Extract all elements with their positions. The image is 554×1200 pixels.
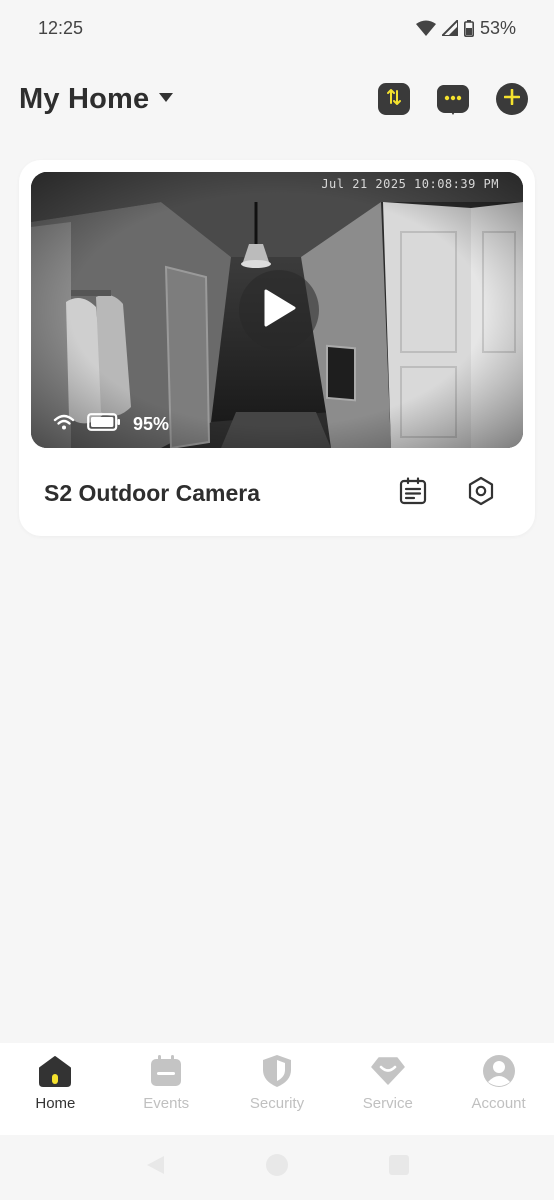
events-icon [148,1053,184,1089]
add-icon [503,88,521,110]
add-button[interactable] [496,83,528,115]
device-settings-button[interactable] [467,476,495,511]
header-actions [378,83,528,115]
bottom-navigation: Home Events Security Service Account [0,1043,554,1135]
nav-label-home: Home [35,1095,76,1112]
cellular-signal-icon [441,20,458,36]
camera-preview[interactable]: Jul 21 2025 10:08:39 PM 95% [31,172,523,448]
event-log-button[interactable] [399,476,427,510]
status-icons: 53% [415,17,516,39]
nav-item-service[interactable]: Service [333,1053,443,1112]
switch-icon [385,88,403,111]
back-icon [147,1156,165,1174]
device-name: S2 Outdoor Camera [44,479,260,506]
camera-battery-icon [87,413,121,436]
settings-icon [467,476,495,511]
status-bar: 12:25 53% [0,0,554,56]
nav-label-events: Events [143,1095,190,1112]
service-icon [370,1053,406,1089]
play-button[interactable] [239,270,319,350]
messages-button[interactable] [437,85,469,115]
nav-label-security: Security [249,1095,305,1112]
recents-button[interactable] [388,1154,410,1181]
video-timestamp: Jul 21 2025 10:08:39 PM [321,177,499,191]
system-navigation-bar [0,1135,554,1200]
camera-card-footer: S2 Outdoor Camera [19,460,535,526]
battery-status-icon [463,19,474,37]
nav-item-home[interactable]: Home [0,1053,110,1112]
home-selector[interactable]: My Home [19,82,174,116]
wifi-signal-icon [53,414,75,435]
recents-icon [388,1155,409,1175]
event-log-icon [399,476,427,510]
home-system-button[interactable] [265,1153,289,1182]
play-icon [262,289,296,332]
camera-battery-level: 95% [133,414,170,434]
shield-icon [259,1053,295,1089]
nav-item-account[interactable]: Account [444,1053,554,1112]
nav-label-account: Account [471,1095,526,1112]
nav-label-service: Service [362,1095,413,1112]
home-icon [37,1053,73,1089]
nav-item-events[interactable]: Events [111,1053,221,1112]
switch-button[interactable] [378,83,410,115]
nav-item-security[interactable]: Security [222,1053,332,1112]
account-icon [481,1053,517,1089]
status-time: 12:25 [38,17,84,38]
header: My Home [0,74,554,124]
wifi-status-icon [415,20,436,36]
battery-percentage: 53% [479,17,516,38]
camera-status-overlay: 95% [53,413,169,436]
back-button[interactable] [144,1154,166,1181]
caret-down-icon [159,90,174,108]
page-title: My Home [19,82,150,115]
circle-home-icon [265,1154,288,1176]
camera-card: Jul 21 2025 10:08:39 PM 95% S2 Outdoor C… [19,160,535,536]
camera-card-actions [399,476,495,511]
